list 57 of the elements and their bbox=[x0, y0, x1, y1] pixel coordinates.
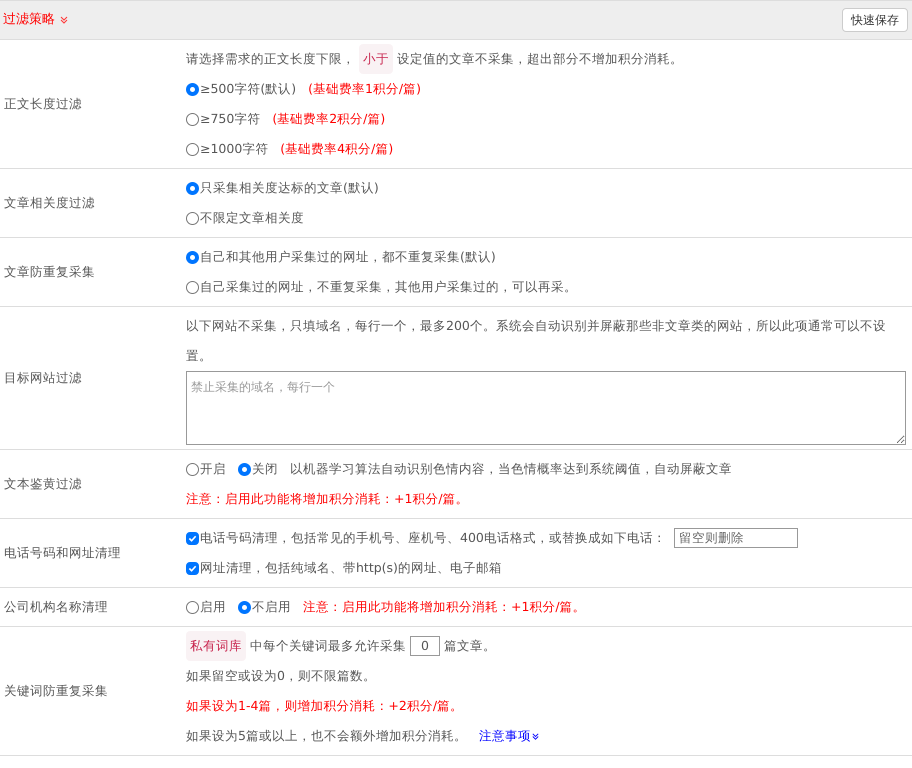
note-text: (基础费率1积分/篇) bbox=[308, 80, 422, 98]
radio-button[interactable] bbox=[186, 82, 199, 96]
description-text: 如果设为5篇或以上，也不会额外增加积分消耗。 bbox=[186, 727, 467, 745]
radio-option[interactable]: 不限定文章相关度 bbox=[186, 203, 304, 233]
notice-link[interactable]: 注意事项 bbox=[478, 721, 540, 751]
row-label: 关键词防重复采集 bbox=[3, 682, 109, 700]
checkbox-option[interactable]: 网址清理，包括纯域名、带http(s)的网址、电子邮箱 bbox=[186, 553, 502, 583]
chevron-down-icon bbox=[530, 732, 540, 740]
row-label: 正文长度过滤 bbox=[3, 94, 83, 113]
row-label: 文章相关度过滤 bbox=[3, 194, 96, 212]
radio-option[interactable]: 自己和其他用户采集过的网址，都不重复采集(默认) bbox=[186, 242, 496, 272]
keyword-tag: 小于 bbox=[359, 44, 393, 74]
radio-option[interactable]: ≥750字符 bbox=[186, 104, 260, 134]
radio-button[interactable] bbox=[186, 112, 199, 126]
description-text: 以机器学习算法自动识别色情内容，当色情概率达到系统阈值，自动屏蔽文章 bbox=[290, 460, 732, 478]
note-text: (基础费率4积分/篇) bbox=[280, 140, 394, 158]
radio-button[interactable] bbox=[238, 462, 251, 476]
radio-option[interactable]: ≥500字符(默认) bbox=[186, 74, 296, 104]
phone-input[interactable]: 留空则删除 bbox=[674, 528, 798, 548]
note-text: 如果设为1-4篇，则增加积分消耗：+2积分/篇。 bbox=[186, 697, 464, 715]
radio-option[interactable]: 自己采集过的网址，不重复采集，其他用户采集过的，可以再采。 bbox=[186, 272, 577, 302]
quick-save-button[interactable]: 快速保存 bbox=[842, 8, 908, 32]
radio-option[interactable]: 不启用 bbox=[238, 592, 291, 622]
row-label: 电话号码和网址清理 bbox=[3, 544, 122, 562]
row-label: 公司机构名称清理 bbox=[3, 598, 109, 616]
row-label: 目标网站过滤 bbox=[3, 368, 83, 387]
row-label: 文章防重复采集 bbox=[3, 262, 96, 281]
radio-button[interactable] bbox=[186, 250, 199, 264]
note-text: 注意：启用此功能将增加积分消耗：+1积分/篇。 bbox=[186, 490, 469, 508]
radio-option[interactable]: 关闭 bbox=[238, 454, 278, 484]
radio-button[interactable] bbox=[186, 280, 199, 294]
note-text: 注意：启用此功能将增加积分消耗：+1积分/篇。 bbox=[303, 598, 586, 616]
count-input[interactable]: 0 bbox=[410, 636, 440, 656]
radio-button[interactable] bbox=[238, 600, 251, 614]
description-text: 以下网站不采集，只填域名，每行一个，最多200个。系统会自动识别并屏蔽那些非文章类的网站，所以此项通常可以不设置。 bbox=[186, 317, 887, 365]
radio-button[interactable] bbox=[186, 142, 199, 156]
description-text: 中每个关键词最多允许采集 bbox=[250, 637, 406, 655]
description-text: 设定值的文章不采集，超出部分不增加积分消耗。 bbox=[397, 50, 683, 68]
radio-option[interactable]: 开启 bbox=[186, 454, 226, 484]
description-text: 如果留空或设为0，则不限篇数。 bbox=[186, 667, 376, 685]
description-text: 请选择需求的正文长度下限， bbox=[186, 50, 355, 68]
radio-button[interactable] bbox=[186, 462, 199, 476]
note-text: (基础费率2积分/篇) bbox=[272, 110, 386, 128]
radio-button[interactable] bbox=[186, 182, 199, 194]
radio-option[interactable]: 启用 bbox=[186, 592, 226, 622]
radio-button[interactable] bbox=[186, 600, 199, 614]
radio-option[interactable]: 只采集相关度达标的文章(默认) bbox=[186, 173, 379, 203]
description-text: 篇文章。 bbox=[444, 637, 496, 655]
checkbox[interactable] bbox=[186, 532, 199, 544]
radio-option[interactable]: ≥1000字符 bbox=[186, 134, 268, 164]
chevron-down-icon bbox=[59, 15, 69, 25]
radio-button[interactable] bbox=[186, 212, 199, 224]
row-label: 文本鉴黄过滤 bbox=[3, 474, 83, 493]
checkbox-option[interactable]: 电话号码清理，包括常见的手机号、座机号、400电话格式，或替换成如下电话： bbox=[186, 523, 666, 553]
domain-textarea[interactable]: 禁止采集的域名，每行一个 bbox=[186, 371, 906, 445]
checkbox[interactable] bbox=[186, 562, 199, 574]
keyword-tag: 私有词库 bbox=[186, 631, 246, 661]
